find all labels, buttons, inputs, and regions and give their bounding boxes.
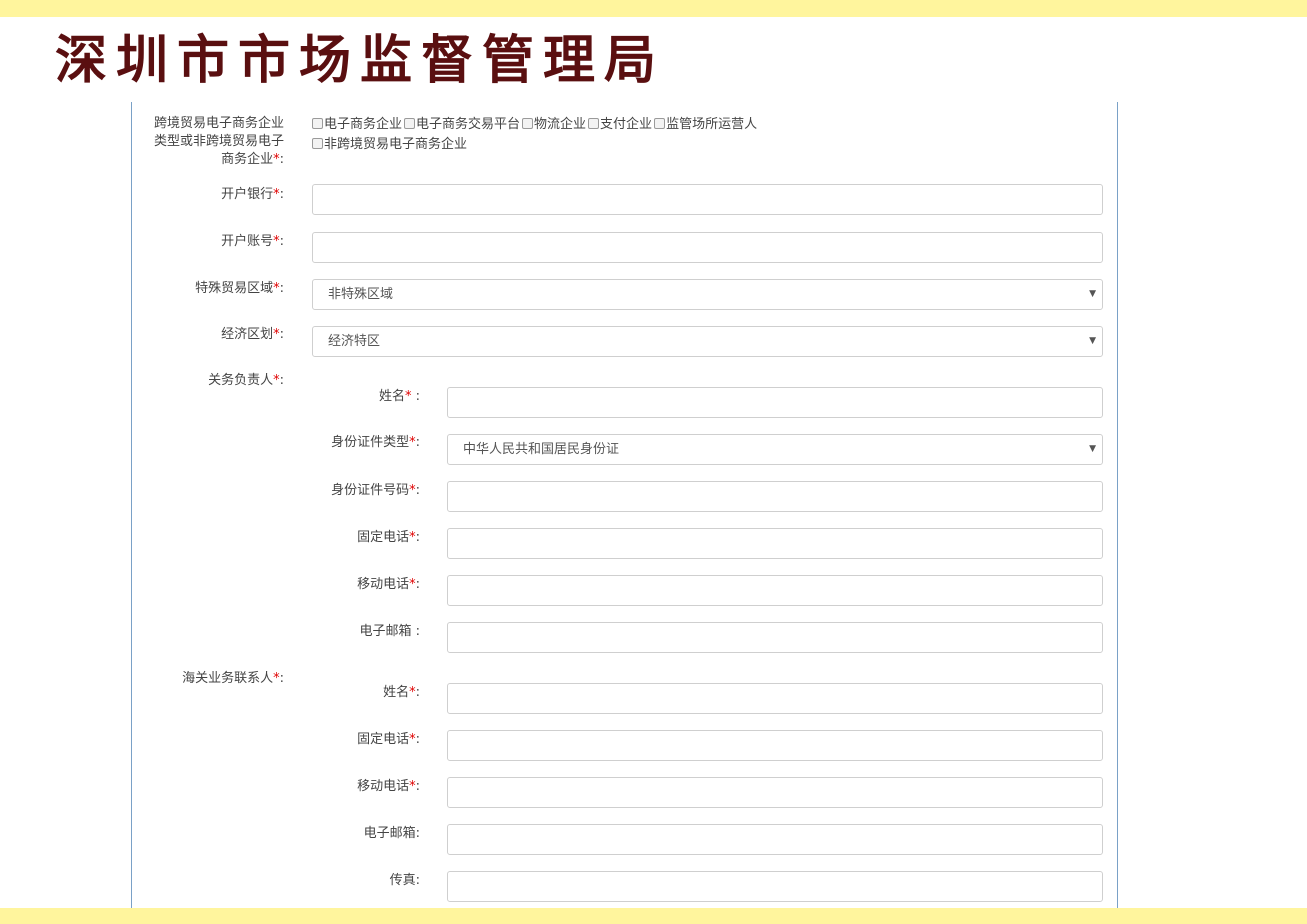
bank-label: 开户银行*: (132, 186, 284, 204)
contact-fax-input[interactable] (447, 871, 1103, 902)
enterprise-type-label-text: 商务企业 (221, 152, 274, 167)
label-colon: : (279, 187, 284, 202)
contact-email-label-text: 电子邮箱 (363, 826, 416, 841)
trade-zone-selected-value: 非特殊区域 (328, 287, 394, 302)
enterprise-type-label-line1: 跨境贸易电子商务企业 (153, 116, 284, 131)
officer-phone-label: 固定电话*: (132, 529, 420, 547)
label-colon: : (279, 234, 284, 249)
officer-email-input[interactable] (447, 622, 1103, 653)
economic-zone-selected-value: 经济特区 (328, 334, 381, 349)
officer-id-type-select[interactable]: 中华人民共和国居民身份证 ▼ (447, 434, 1103, 465)
officer-name-label-text: 姓名 (378, 389, 405, 404)
customs-officer-label-text: 关务负责人 (208, 373, 274, 388)
trade-zone-label-text: 特殊贸易区域 (195, 281, 274, 296)
officer-id-number-input[interactable] (447, 481, 1103, 512)
bank-label-text: 开户银行 (221, 187, 274, 202)
bottom-banner (0, 908, 1307, 924)
officer-mobile-label-text: 移动电话 (357, 577, 410, 592)
label-colon: : (415, 530, 420, 545)
page-title: 深圳市市场监督管理局 (55, 31, 666, 91)
contact-phone-input[interactable] (447, 730, 1103, 761)
officer-id-number-label: 身份证件号码*: (132, 482, 420, 500)
checkbox-ecommerce-platform[interactable]: 电子商务交易平台 (404, 115, 520, 135)
checkbox-box[interactable] (522, 118, 534, 129)
officer-id-type-selected-value: 中华人民共和国居民身份证 (463, 442, 620, 457)
checkbox-non-crossborder-enterprise[interactable]: 非跨境贸易电子商务企业 (312, 135, 467, 155)
label-colon: : (415, 826, 420, 841)
enterprise-type-label-line3: 商务企业*: (132, 151, 284, 169)
contact-fax-label: 传真: (132, 872, 420, 890)
officer-id-type-label-text: 身份证件类型 (331, 435, 410, 450)
checkbox-label: 物流企业 (534, 117, 587, 132)
officer-id-type-label: 身份证件类型*: (132, 434, 420, 452)
label-colon: : (415, 577, 420, 592)
officer-name-input[interactable] (447, 387, 1103, 418)
checkbox-label: 电子商务企业 (324, 117, 403, 132)
label-colon: : (279, 152, 284, 167)
account-input[interactable] (312, 232, 1103, 263)
contact-phone-label-text: 固定电话 (357, 732, 410, 747)
officer-email-label-text: 电子邮箱 (359, 624, 412, 639)
enterprise-type-label: 跨境贸易电子商务企业 类型或非跨境贸易电子 商务企业*: (132, 115, 284, 169)
top-banner (0, 0, 1307, 17)
officer-phone-label-text: 固定电话 (357, 530, 410, 545)
account-label-text: 开户账号 (221, 234, 274, 249)
economic-zone-label: 经济区划*: (132, 326, 284, 344)
contact-name-label: 姓名*: (132, 684, 420, 702)
checkbox-box[interactable] (312, 118, 323, 129)
form-panel: 跨境贸易电子商务企业 类型或非跨境贸易电子 商务企业*: 电子商务企业 电子商务交… (131, 102, 1118, 908)
checkbox-box[interactable] (312, 138, 323, 149)
officer-email-label: 电子邮箱 : (132, 623, 420, 641)
contact-mobile-label-text: 移动电话 (357, 779, 410, 794)
checkbox-label: 支付企业 (600, 117, 653, 132)
officer-mobile-input[interactable] (447, 575, 1103, 606)
officer-name-label: 姓名* : (132, 388, 420, 406)
checkbox-label: 电子商务交易平台 (416, 117, 521, 132)
label-colon: : (279, 281, 284, 296)
economic-zone-select[interactable]: 经济特区 ▼ (312, 326, 1103, 357)
contact-mobile-label: 移动电话*: (132, 778, 420, 796)
enterprise-type-label-line2: 类型或非跨境贸易电子 (153, 134, 284, 149)
officer-phone-input[interactable] (447, 528, 1103, 559)
checkbox-label: 监管场所运营人 (666, 117, 758, 132)
contact-mobile-input[interactable] (447, 777, 1103, 808)
contact-name-label-text: 姓名 (383, 685, 410, 700)
chevron-down-icon: ▼ (1089, 336, 1096, 346)
checkbox-label: 非跨境贸易电子商务企业 (324, 137, 468, 152)
label-colon: : (415, 435, 420, 450)
label-colon: : (415, 483, 420, 498)
contact-phone-label: 固定电话*: (132, 731, 420, 749)
contact-fax-label-text: 传真 (389, 873, 416, 888)
label-colon: : (415, 873, 420, 888)
label-colon: : (279, 373, 284, 388)
checkbox-payment-enterprise[interactable]: 支付企业 (588, 115, 652, 135)
contact-email-input[interactable] (447, 824, 1103, 855)
label-colon: : (411, 624, 420, 639)
officer-mobile-label: 移动电话*: (132, 576, 420, 594)
enterprise-type-checkbox-group: 电子商务企业 电子商务交易平台 物流企业 支付企业 监管场所运营人 非跨境贸易电子商务企… (312, 115, 1092, 155)
chevron-down-icon: ▼ (1089, 289, 1096, 299)
label-colon: : (411, 389, 420, 404)
bank-input[interactable] (312, 184, 1103, 215)
label-colon: : (279, 327, 284, 342)
checkbox-ecommerce-enterprise[interactable]: 电子商务企业 (312, 115, 402, 135)
economic-zone-label-text: 经济区划 (221, 327, 274, 342)
checkbox-box[interactable] (588, 118, 600, 129)
account-label: 开户账号*: (132, 233, 284, 251)
checkbox-box[interactable] (404, 118, 416, 129)
label-colon: : (415, 685, 420, 700)
label-colon: : (415, 779, 420, 794)
contact-name-input[interactable] (447, 683, 1103, 714)
checkbox-box[interactable] (654, 118, 666, 129)
checkbox-logistics-enterprise[interactable]: 物流企业 (522, 115, 586, 135)
contact-email-label: 电子邮箱: (132, 825, 420, 843)
trade-zone-select[interactable]: 非特殊区域 ▼ (312, 279, 1103, 310)
checkbox-venue-operator[interactable]: 监管场所运营人 (654, 115, 757, 135)
chevron-down-icon: ▼ (1089, 444, 1096, 454)
trade-zone-label: 特殊贸易区域*: (132, 280, 284, 298)
officer-id-number-label-text: 身份证件号码 (331, 483, 410, 498)
label-colon: : (415, 732, 420, 747)
